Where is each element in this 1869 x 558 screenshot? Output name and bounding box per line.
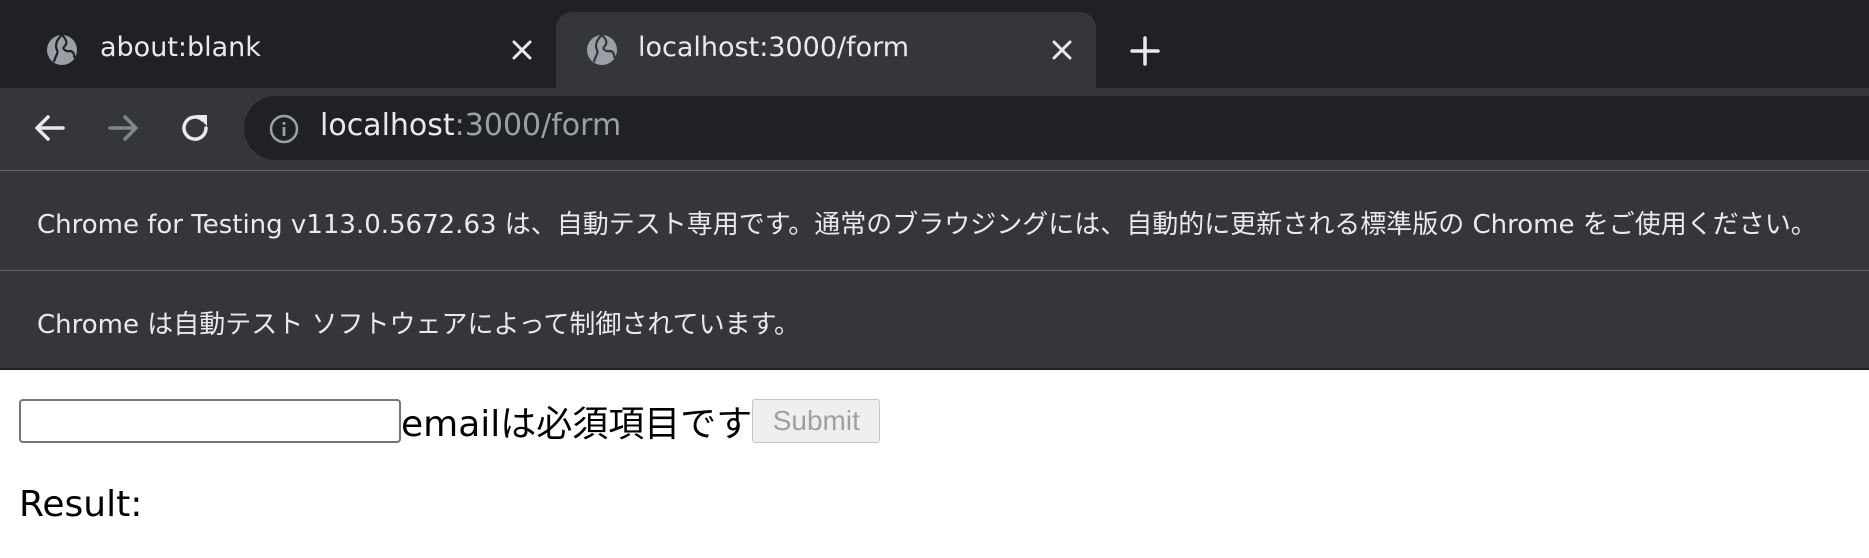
infobar-message: Chrome for Testing v113.0.5672.63 は、自動テス…	[37, 210, 1817, 240]
email-input[interactable]	[19, 399, 401, 443]
reload-icon[interactable]	[174, 107, 216, 149]
validation-error-message: emailは必須項目です	[401, 404, 753, 445]
tab-title: localhost:3000/form	[638, 32, 910, 63]
close-icon[interactable]	[508, 36, 536, 64]
browser-toolbar: localhost:3000/form	[0, 88, 1869, 170]
page-content: emailは必須項目です Submit Result:	[0, 372, 1869, 558]
tab-strip: about:blank localhost:3000/form	[0, 0, 1869, 88]
tab-localhost-form[interactable]: localhost:3000/form	[556, 12, 1096, 88]
submit-button[interactable]: Submit	[752, 399, 881, 443]
url-host: localhost	[320, 108, 455, 143]
infobar-message: Chrome は自動テスト ソフトウェアによって制御されています。	[37, 310, 801, 340]
globe-icon	[587, 34, 617, 65]
email-form: emailは必須項目です Submit	[19, 396, 881, 446]
tab-about-blank[interactable]: about:blank	[0, 12, 556, 88]
address-bar[interactable]: localhost:3000/form	[244, 96, 1869, 160]
globe-icon	[47, 34, 77, 65]
result-label: Result:	[19, 484, 143, 525]
new-tab-plus-icon[interactable]	[1128, 34, 1162, 68]
tab-title: about:blank	[100, 32, 261, 63]
automation-infobar: Chrome は自動テスト ソフトウェアによって制御されています。	[0, 270, 1869, 370]
chrome-for-testing-infobar: Chrome for Testing v113.0.5672.63 は、自動テス…	[0, 170, 1869, 270]
url-path: :3000/form	[454, 108, 622, 143]
forward-arrow-icon[interactable]	[102, 107, 144, 149]
url-text[interactable]: localhost:3000/form	[320, 108, 621, 143]
back-arrow-icon[interactable]	[29, 107, 71, 149]
info-icon[interactable]	[268, 113, 300, 145]
close-icon[interactable]	[1048, 36, 1076, 64]
